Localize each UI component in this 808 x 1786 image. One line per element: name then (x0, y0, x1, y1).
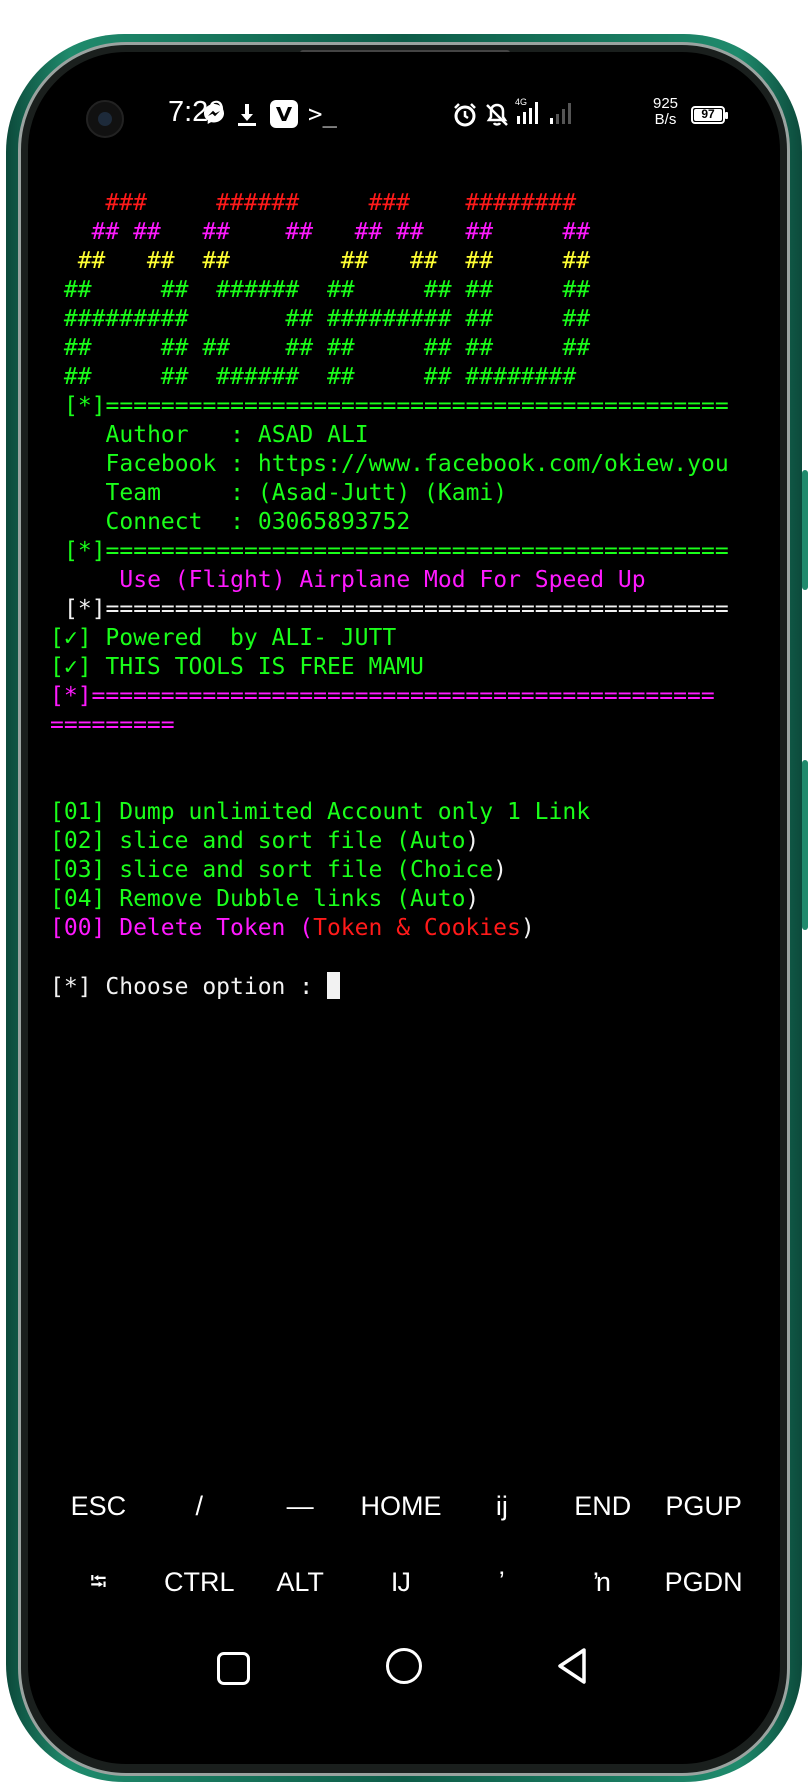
mute-bell-icon (484, 102, 510, 134)
separator: [*]=====================================… (64, 393, 729, 419)
menu-option-04: [04] Remove Dubble links (Auto) (50, 886, 480, 912)
terminal[interactable]: ### ###### ### ######## ## ## ## ## ## #… (28, 52, 729, 1000)
extra-keys-row-2: ⭾ CTRL ALT Ĳ ʼ ŉ PGDN (48, 1552, 754, 1612)
screen: 7:29 >_ 4G 925 B/s 97 ### ###### ### ###… (28, 52, 780, 1764)
recent-apps-icon[interactable] (200, 1636, 260, 1696)
key-slash[interactable]: / (149, 1476, 250, 1536)
side-button-lower (802, 760, 808, 930)
key-dash[interactable]: — (250, 1476, 351, 1536)
banner-line: ## ## ###### ## ## ## ## (50, 277, 591, 303)
home-icon[interactable] (374, 1636, 434, 1696)
banner-line: ## ## ###### ## ## ######## (50, 364, 577, 390)
key-n-apostrophe[interactable]: ŉ (552, 1552, 653, 1612)
menu-option-01: [01] Dump unlimited Account only 1 Link (50, 799, 591, 825)
separator-magenta: [*]=====================================… (50, 683, 715, 709)
banner-line: ### ###### ### ######## (50, 190, 577, 216)
key-esc[interactable]: ESC (48, 1476, 149, 1536)
v-app-icon (270, 100, 298, 134)
key-ctrl[interactable]: CTRL (149, 1552, 250, 1612)
net-speed-unit: B/s (654, 111, 677, 128)
powered-line: [✓] Powered by ALI- JUTT (50, 625, 397, 651)
terminal-icon: >_ (308, 100, 337, 128)
network-type: 4G (515, 97, 527, 107)
key-pgdn[interactable]: PGDN (653, 1552, 754, 1612)
back-icon[interactable] (544, 1636, 604, 1696)
net-speed: 925 B/s (653, 96, 678, 128)
front-camera (86, 100, 124, 138)
banner-line: ######### ## ######### ## ## (50, 306, 591, 332)
signal-weak-icon (548, 96, 574, 132)
separator-white: [*]=====================================… (64, 596, 729, 622)
side-button-upper (802, 470, 808, 590)
key-alt[interactable]: ALT (250, 1552, 351, 1612)
extra-keys-row-1: ESC / — HOME ij END PGUP (48, 1476, 754, 1536)
free-line: [✓] THIS TOOLS IS FREE MAMU (50, 654, 424, 680)
banner-line: ## ## ## ## ## ## ## ## (50, 335, 591, 361)
text-cursor (326, 972, 340, 999)
banner-line: ## ## ## ## ## ## ## ## (50, 219, 591, 245)
key-home[interactable]: HOME (351, 1476, 452, 1536)
key-end[interactable]: END (552, 1476, 653, 1536)
banner-line: ## ## ## ## ## ## ## (50, 248, 591, 274)
connect-line: Connect : 03065893752 (64, 509, 411, 535)
signal-icon: 4G (515, 96, 543, 132)
menu-option-03: [03] slice and sort file (Choice) (50, 857, 507, 883)
key-apostrophe[interactable]: ʼ (451, 1552, 552, 1612)
battery-icon: 97 (691, 106, 728, 124)
messenger-icon (202, 102, 226, 132)
author-line: Author : ASAD ALI (64, 422, 369, 448)
battery-level: 97 (701, 107, 715, 121)
download-icon (236, 102, 258, 132)
menu-option-00: [00] Delete Token (Token & Cookies) (50, 915, 535, 941)
key-tab[interactable]: ⭾ (48, 1552, 149, 1612)
key-pgup[interactable]: PGUP (653, 1476, 754, 1536)
separator: [*]=====================================… (64, 538, 729, 564)
key-ij[interactable]: ij (451, 1476, 552, 1536)
airplane-tip: Use (Flight) Airplane Mod For Speed Up (64, 567, 646, 593)
separator-magenta-wrap: ========= (50, 712, 175, 738)
menu-option-02: [02] slice and sort file (Auto) (50, 828, 480, 854)
net-speed-value: 925 (653, 95, 679, 112)
alarm-icon (452, 102, 478, 134)
facebook-line: Facebook : https://www.facebook.com/okie… (64, 451, 729, 477)
choose-option-prompt[interactable]: [*] Choose option : (50, 972, 340, 1001)
key-ij-ligature[interactable]: Ĳ (351, 1552, 452, 1612)
team-line: Team : (Asad-Jutt) (Kami) (64, 480, 508, 506)
